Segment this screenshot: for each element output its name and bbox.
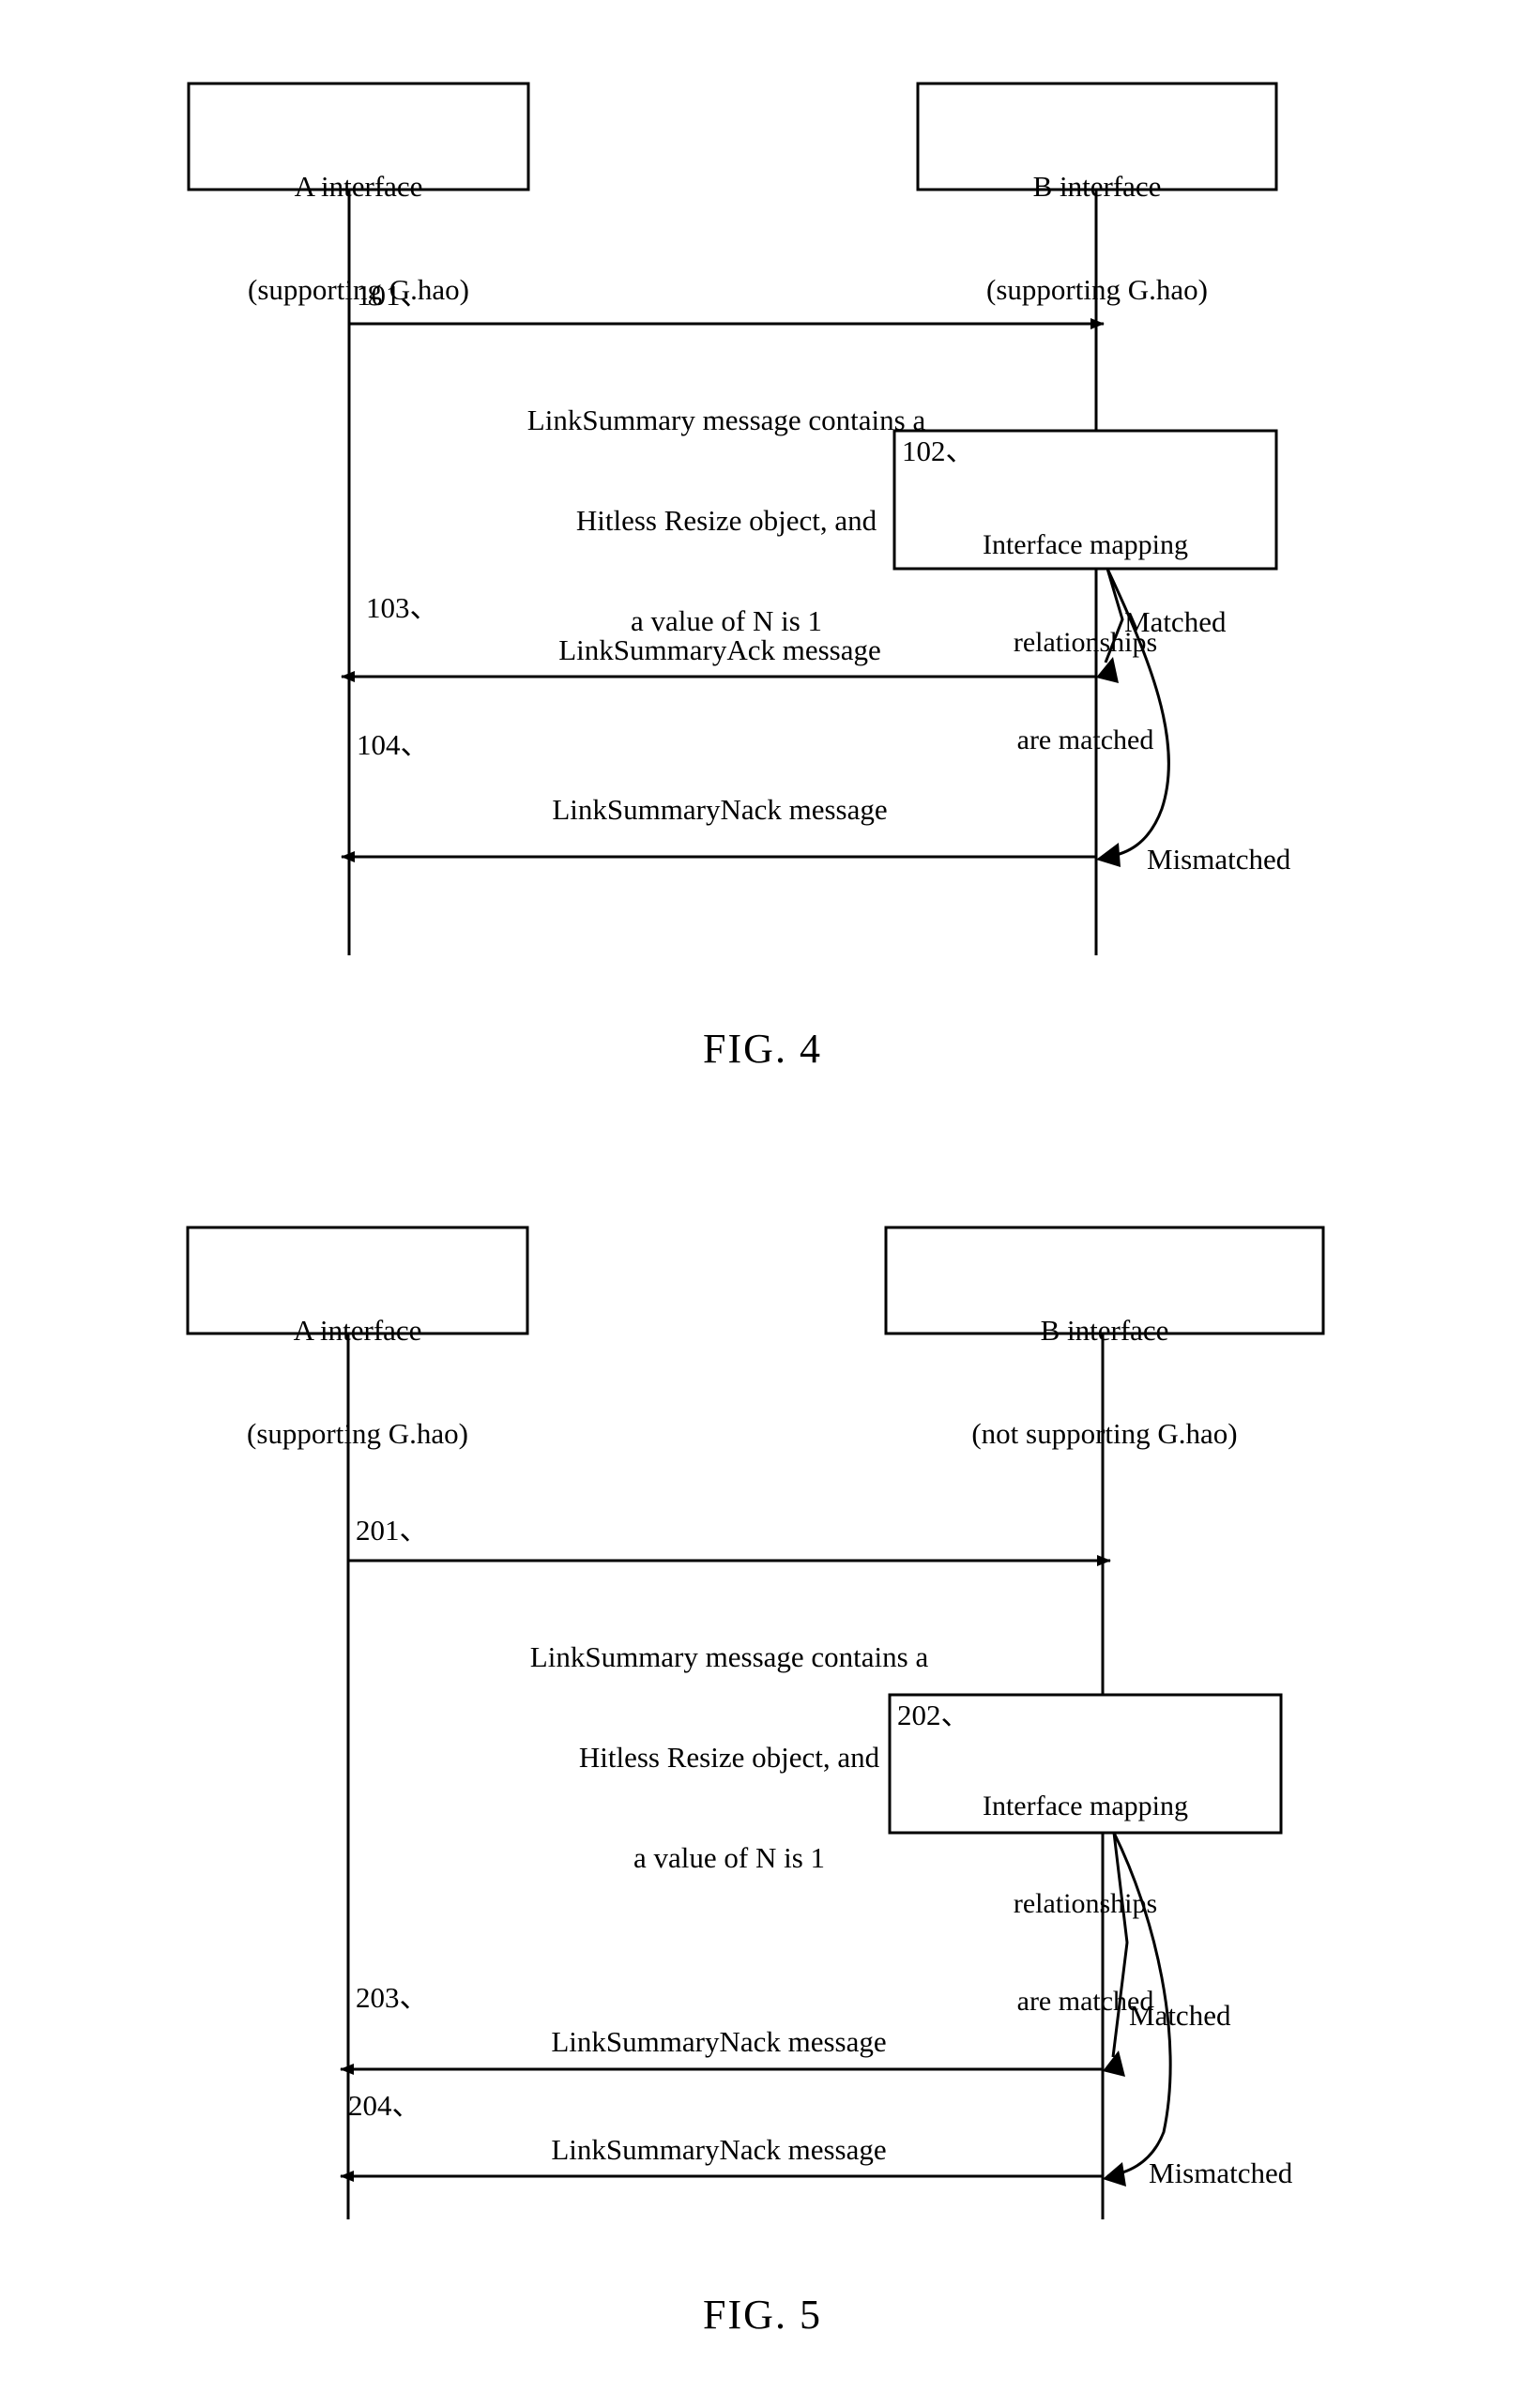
figure-5-caption: FIG. 5 [703, 2292, 822, 2338]
actor-box-b-line2: (not supporting G.hao) [971, 1416, 1238, 1450]
figure-4: A interface (supporting G.hao) B interfa… [0, 0, 1525, 1154]
message-label-201-line1: LinkSummary message contains a [529, 1640, 929, 1674]
note-label-202-line1: Interface mapping [982, 1790, 1189, 1821]
step-number-101: 101、 [357, 279, 430, 312]
actor-box-a-line1: A interface [294, 170, 423, 204]
note-label-102-line3: are matched [1016, 724, 1154, 756]
branch-arrowhead-mismatched [1096, 843, 1121, 867]
figure-5: A interface (supporting G.hao) B interfa… [0, 1154, 1525, 2408]
message-label-203: LinkSummaryNack message [551, 2025, 887, 2058]
figure-4-caption: FIG. 4 [703, 1026, 822, 1072]
actor-box-b-line2: (supporting G.hao) [986, 272, 1208, 306]
actor-box-b-line1: B interface [1040, 1314, 1169, 1348]
message-label-101-line1: LinkSummary message contains a [526, 404, 926, 437]
actor-box-a-label: A interface (supporting G.hao) [188, 1245, 527, 1520]
branch-label-mismatched: Mismatched [1147, 843, 1291, 876]
patent-figure-sheet: A interface (supporting G.hao) B interfa… [0, 0, 1525, 2408]
actor-box-b-line1: B interface [1032, 170, 1162, 204]
step-number-203: 203、 [356, 1981, 429, 2014]
actor-box-a-line2: (supporting G.hao) [247, 1416, 468, 1450]
message-label-104: LinkSummaryNack message [552, 793, 888, 826]
note-label-102-line1: Interface mapping [982, 528, 1189, 560]
step-number-201: 201、 [356, 1514, 429, 1547]
actor-box-b-label: B interface (not supporting G.hao) [886, 1245, 1323, 1520]
message-label-204: LinkSummaryNack message [551, 2133, 887, 2166]
step-number-204: 204、 [348, 2089, 421, 2122]
branch-label-matched: Matched [1124, 605, 1227, 638]
actor-box-a-label: A interface (supporting G.hao) [189, 101, 528, 376]
step-number-103: 103、 [366, 591, 439, 624]
actor-box-a-line1: A interface [293, 1314, 422, 1348]
message-label-103: LinkSummaryAck message [558, 633, 881, 666]
branch-label-matched: Matched [1129, 1999, 1231, 2032]
note-label-202-line2: relationships [1013, 1887, 1158, 1919]
branch-arrowhead-mismatched [1103, 2162, 1126, 2187]
step-number-104: 104、 [357, 728, 430, 761]
branch-label-mismatched: Mismatched [1149, 2157, 1293, 2189]
actor-box-b-label: B interface (supporting G.hao) [918, 101, 1276, 376]
